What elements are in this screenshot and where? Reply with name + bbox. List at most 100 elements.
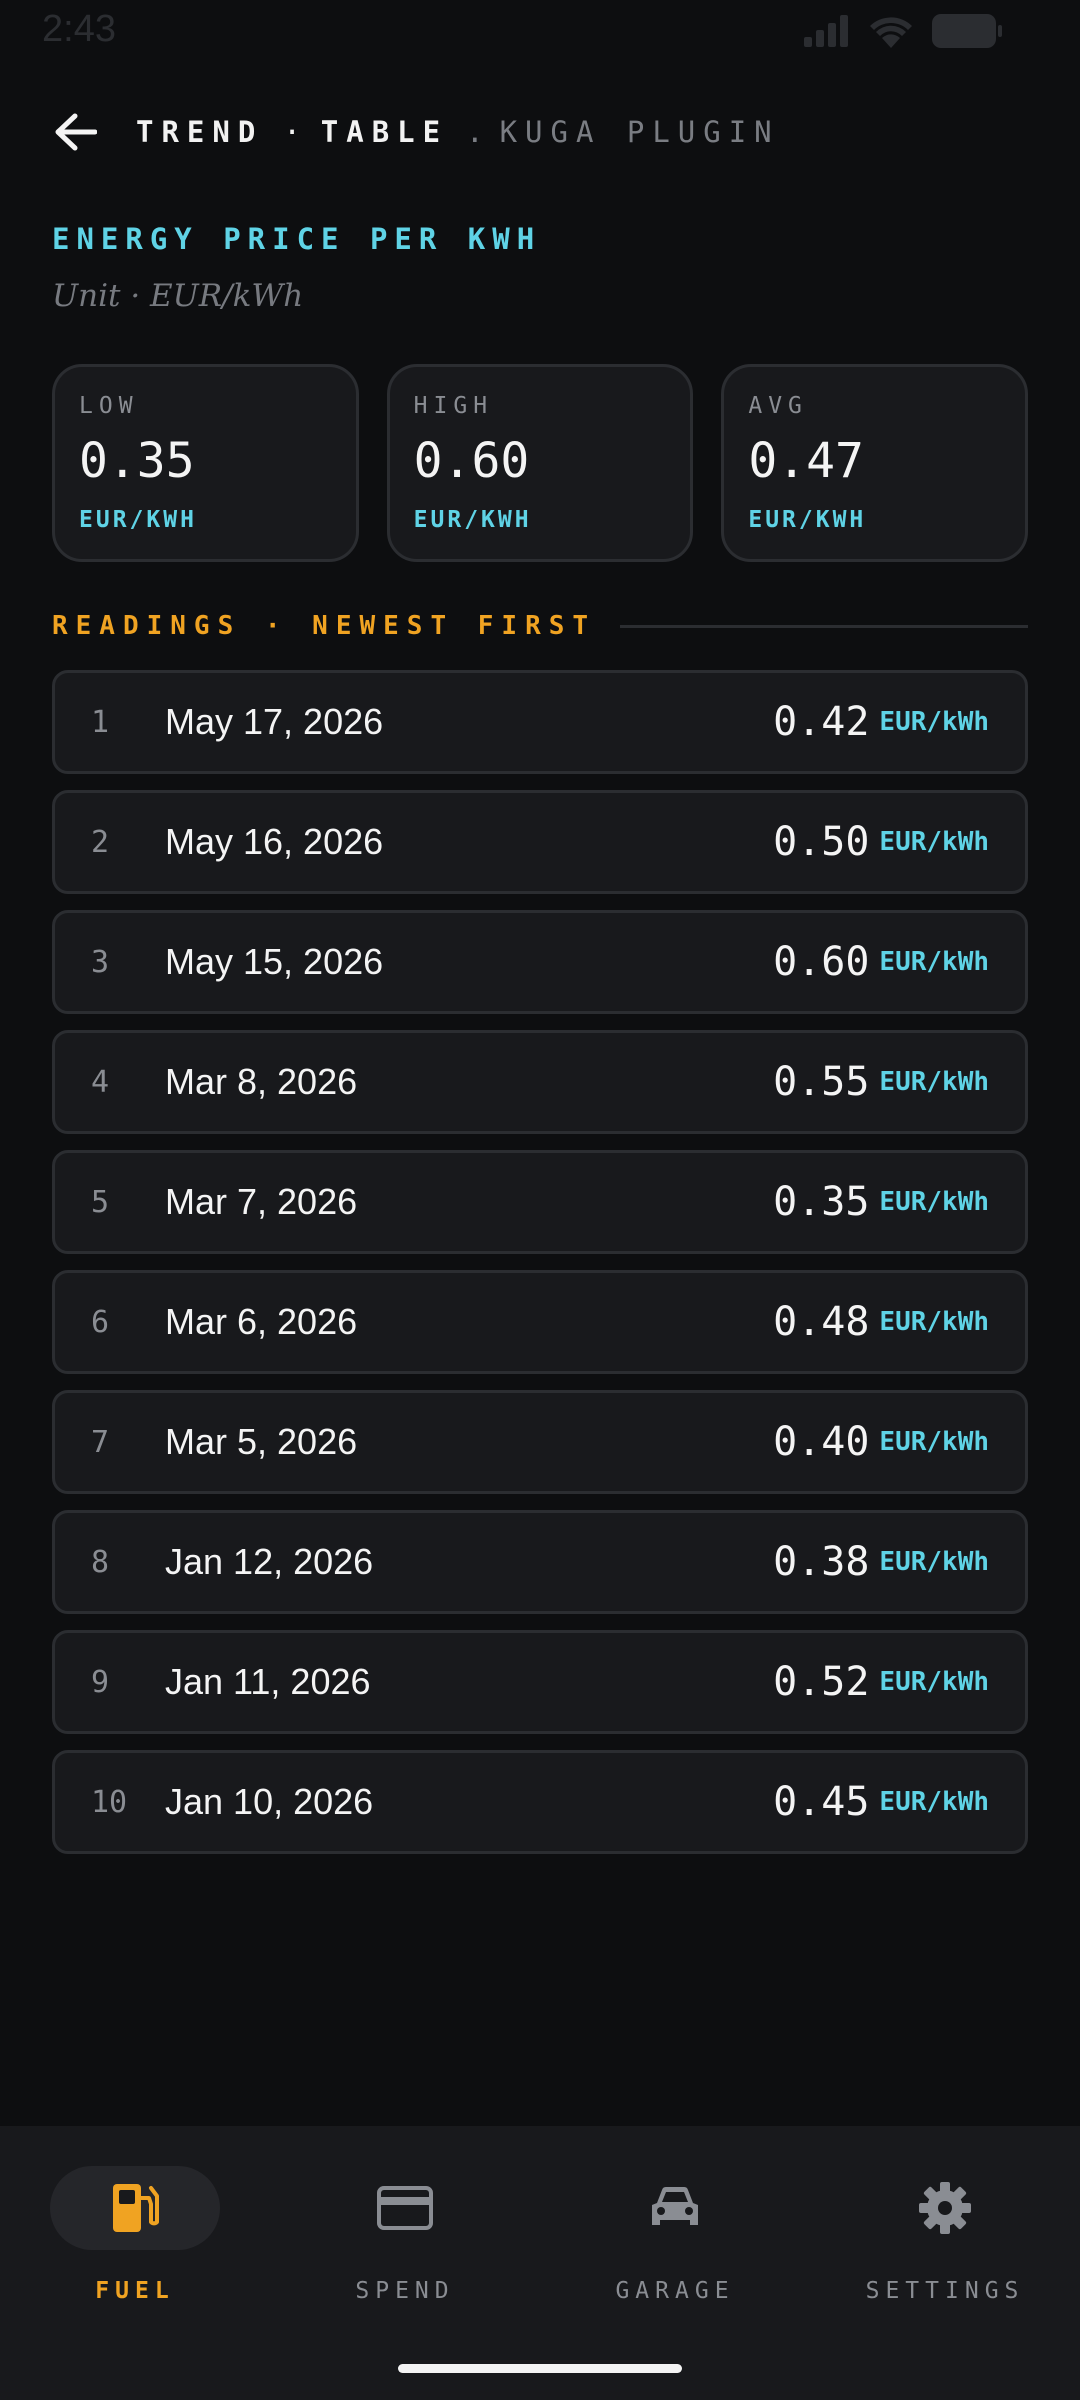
- row-date: Mar 5, 2026: [165, 1421, 358, 1462]
- stat-value: 0.60: [413, 433, 530, 489]
- row-value: 0.52: [773, 1659, 870, 1705]
- row-unit: EUR/kWh: [879, 1547, 989, 1577]
- nav-item-fuel[interactable]: FUEL: [0, 2166, 270, 2316]
- page-title: ENERGY PRICE PER KWH: [52, 222, 542, 256]
- back-button[interactable]: [52, 109, 98, 155]
- table-row[interactable]: 4 Mar 8, 2026 0.55 EUR/kWh: [52, 1030, 1028, 1134]
- row-index: 1: [91, 704, 110, 740]
- row-index: 5: [91, 1184, 110, 1220]
- table-row[interactable]: 6 Mar 6, 2026 0.48 EUR/kWh: [52, 1270, 1028, 1374]
- row-index: 8: [91, 1544, 110, 1580]
- signal-icon: [804, 15, 850, 52]
- nav-label: SETTINGS: [865, 2278, 1025, 2304]
- stat-card-low: LOW 0.35 EUR/KWH: [52, 364, 359, 562]
- stat-unit: EUR/KWH: [79, 507, 197, 533]
- readings-title: READINGS · NEWEST FIRST: [52, 611, 597, 641]
- credit-card-icon: [377, 2186, 433, 2230]
- row-index: 6: [91, 1304, 110, 1340]
- arrow-left-icon: [55, 113, 97, 151]
- top-bar: TREND · TABLE . KUGA PLUGIN: [52, 104, 1032, 160]
- stat-label: AVG: [748, 393, 808, 419]
- status-icons: [804, 14, 1002, 53]
- row-index: 10: [91, 1784, 128, 1820]
- stat-card-avg: AVG 0.47 EUR/KWH: [721, 364, 1029, 562]
- row-value: 0.35: [773, 1179, 870, 1225]
- nav-item-spend[interactable]: SPEND: [270, 2166, 540, 2316]
- fuel-pump-icon: [113, 2184, 159, 2232]
- row-unit: EUR/kWh: [879, 1067, 989, 1097]
- table-row[interactable]: 3 May 15, 2026 0.60 EUR/kWh: [52, 910, 1028, 1014]
- row-date: Mar 6, 2026: [165, 1301, 358, 1342]
- stat-card-high: HIGH 0.60 EUR/KWH: [386, 364, 694, 562]
- row-date: Jan 12, 2026: [165, 1541, 374, 1582]
- row-index: 3: [91, 944, 110, 980]
- row-unit: EUR/kWh: [879, 1307, 989, 1337]
- nav-item-settings[interactable]: SETTINGS: [810, 2166, 1080, 2316]
- row-date: Mar 7, 2026: [165, 1181, 358, 1222]
- stat-value: 0.35: [79, 433, 195, 489]
- stat-unit: EUR/KWH: [748, 507, 867, 533]
- row-unit: EUR/kWh: [879, 827, 989, 857]
- table-row[interactable]: 8 Jan 12, 2026 0.38 EUR/kWh: [52, 1510, 1028, 1614]
- row-value: 0.45: [773, 1779, 870, 1825]
- row-value: 0.60: [773, 939, 870, 985]
- table-row[interactable]: 5 Mar 7, 2026 0.35 EUR/kWh: [52, 1150, 1028, 1254]
- status-bar: 2:43: [0, 0, 1080, 60]
- breadcrumb-separator: ·: [283, 115, 301, 149]
- row-index: 4: [91, 1064, 110, 1100]
- unit-subtitle: Unit · EUR/kWh: [52, 278, 304, 314]
- divider: [620, 624, 1028, 628]
- row-value: 0.48: [773, 1299, 870, 1345]
- row-unit: EUR/kWh: [879, 1787, 989, 1817]
- row-unit: EUR/kWh: [879, 947, 989, 977]
- row-unit: EUR/kWh: [879, 1187, 989, 1217]
- home-indicator: [398, 2364, 682, 2373]
- table-row[interactable]: 7 Mar 5, 2026 0.40 EUR/kWh: [52, 1390, 1028, 1494]
- breadcrumb-table: TABLE: [320, 115, 449, 149]
- row-unit: EUR/kWh: [879, 1667, 989, 1697]
- status-time: 2:43: [42, 8, 116, 50]
- nav-icon-pill: [590, 2166, 760, 2250]
- table-row[interactable]: 10 Jan 10, 2026 0.45 EUR/kWh: [52, 1750, 1028, 1854]
- readings-header: READINGS · NEWEST FIRST: [52, 608, 1028, 644]
- row-unit: EUR/kWh: [879, 707, 989, 737]
- table-row[interactable]: 2 May 16, 2026 0.50 EUR/kWh: [52, 790, 1028, 894]
- stat-label: LOW: [79, 393, 139, 419]
- row-date: Jan 10, 2026: [165, 1781, 374, 1822]
- gear-icon: [919, 2182, 971, 2234]
- row-value: 0.38: [773, 1539, 870, 1585]
- row-date: May 16, 2026: [165, 821, 384, 862]
- stat-unit: EUR/KWH: [413, 507, 532, 533]
- nav-icon-pill: [860, 2166, 1030, 2250]
- stats-row: LOW 0.35 EUR/KWH HIGH 0.60 EUR/KWH AVG 0…: [52, 364, 1029, 562]
- row-index: 2: [91, 824, 110, 860]
- row-index: 7: [91, 1424, 110, 1460]
- nav-label: GARAGE: [615, 2278, 735, 2304]
- breadcrumb-trend: TREND: [136, 115, 264, 149]
- battery-icon: [932, 14, 1002, 53]
- row-value: 0.50: [773, 819, 870, 865]
- wifi-icon: [868, 14, 914, 53]
- row-index: 9: [91, 1664, 110, 1700]
- table-row[interactable]: 1 May 17, 2026 0.42 EUR/kWh: [52, 670, 1028, 774]
- breadcrumb-dot: .: [466, 115, 484, 149]
- stat-value: 0.47: [748, 433, 864, 489]
- nav-label: SPEND: [355, 2278, 455, 2304]
- row-date: May 15, 2026: [165, 941, 384, 982]
- row-date: Mar 8, 2026: [165, 1061, 358, 1102]
- row-unit: EUR/kWh: [879, 1427, 989, 1457]
- nav-icon-pill: [320, 2166, 490, 2250]
- nav-icon-pill: [50, 2166, 220, 2250]
- breadcrumb-vehicle: KUGA PLUGIN: [499, 115, 780, 149]
- readings-list: 1 May 17, 2026 0.42 EUR/kWh 2 May 16, 20…: [52, 670, 1028, 1870]
- table-row[interactable]: 9 Jan 11, 2026 0.52 EUR/kWh: [52, 1630, 1028, 1734]
- bottom-nav: FUEL SPEND GARAGE SETTINGS: [0, 2126, 1080, 2400]
- row-value: 0.55: [773, 1059, 870, 1105]
- row-value: 0.40: [773, 1419, 870, 1465]
- car-icon: [652, 2186, 698, 2225]
- row-date: Jan 11, 2026: [165, 1661, 371, 1702]
- row-value: 0.42: [773, 699, 870, 745]
- nav-item-garage[interactable]: GARAGE: [540, 2166, 810, 2316]
- stat-label: HIGH: [413, 393, 494, 419]
- row-date: May 17, 2026: [165, 701, 384, 742]
